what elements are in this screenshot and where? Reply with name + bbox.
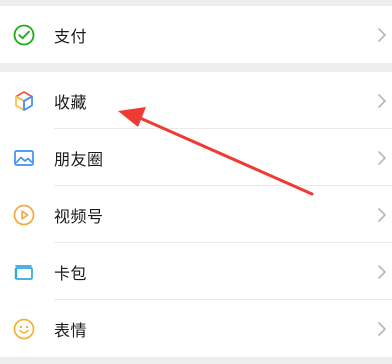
menu-item-card-wallet[interactable]: 卡包 [0, 243, 392, 300]
menu-item-moments[interactable]: 朋友圈 [0, 129, 392, 186]
pay-checkmark-icon [12, 23, 36, 47]
chevron-right-icon [378, 93, 386, 108]
chevron-right-icon [378, 150, 386, 165]
menu-item-channels[interactable]: 视频号 [0, 186, 392, 243]
sticker-smile-icon [12, 317, 36, 341]
chevron-right-icon [378, 321, 386, 336]
chevron-right-icon [378, 27, 386, 42]
menu-item-label: 朋友圈 [54, 149, 104, 169]
favorites-cube-icon [12, 89, 36, 113]
chevron-right-icon [378, 264, 386, 279]
menu-item-label: 收藏 [54, 92, 88, 112]
menu-item-pay[interactable]: 支付 [0, 6, 392, 63]
channels-play-icon [12, 203, 36, 227]
chevron-right-icon [378, 207, 386, 222]
menu-item-stickers[interactable]: 表情 [0, 300, 392, 357]
menu-item-label: 表情 [54, 320, 88, 340]
menu-item-label: 视频号 [54, 206, 104, 226]
moments-picture-icon [12, 146, 36, 170]
card-wallet-icon [12, 260, 36, 284]
features-group: 收藏 朋友圈 视频号 卡包 表情 [0, 72, 392, 357]
menu-item-label: 卡包 [54, 263, 88, 283]
menu-item-label: 支付 [54, 26, 88, 46]
settings-screen: 支付 收藏 朋友圈 视频号 卡包 表情 [0, 0, 392, 364]
pay-group: 支付 [0, 6, 392, 63]
menu-item-favorites[interactable]: 收藏 [0, 72, 392, 129]
